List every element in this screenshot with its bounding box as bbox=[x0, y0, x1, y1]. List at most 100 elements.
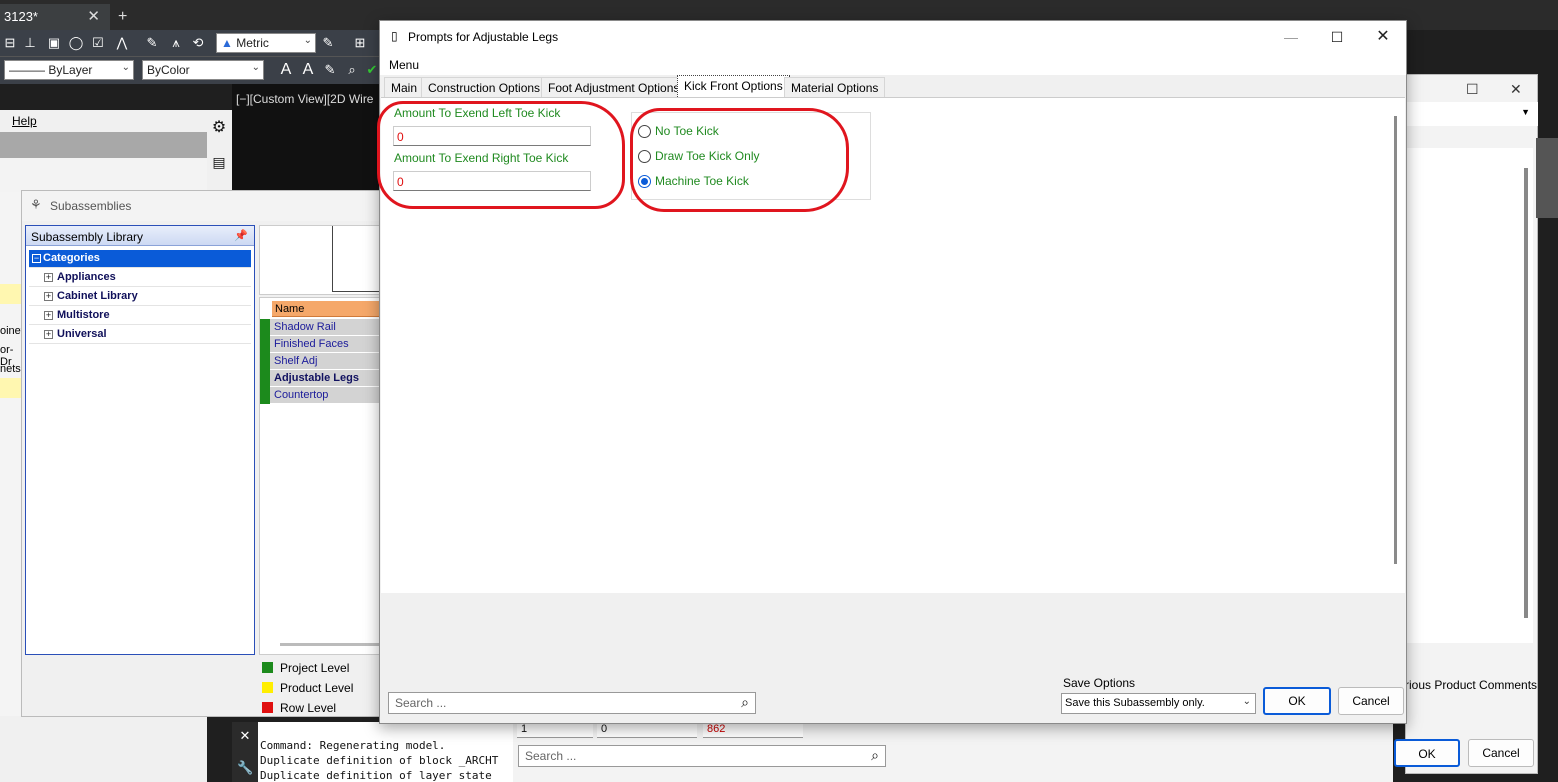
minimize-icon[interactable]: — bbox=[1268, 21, 1314, 53]
leader-icon[interactable]: ✎ bbox=[144, 35, 160, 51]
viewcube[interactable] bbox=[1536, 138, 1558, 218]
grid-cell-name: Countertop bbox=[274, 389, 329, 401]
annotation-circle bbox=[630, 108, 849, 212]
cancel-button[interactable]: Cancel bbox=[1338, 687, 1404, 715]
maximize-icon[interactable]: ☐ bbox=[1466, 81, 1479, 98]
tree-item-cabinet-library[interactable]: + Cabinet Library bbox=[29, 288, 251, 306]
menu-help[interactable]: Help bbox=[12, 114, 37, 128]
scrollbar[interactable] bbox=[1524, 168, 1528, 618]
command-line: Command: Regenerating model. bbox=[260, 739, 446, 752]
viewport-label[interactable]: [−][Custom View][2D Wire bbox=[236, 92, 373, 106]
save-options-select[interactable]: Save this Subassembly only. ⌄ bbox=[1061, 693, 1256, 714]
tab-foot-adjustment-options[interactable]: Foot Adjustment Options bbox=[541, 77, 687, 97]
tab-construction-options[interactable]: Construction Options bbox=[421, 77, 548, 97]
drawing-viewport[interactable]: [−][Custom View][2D Wire bbox=[232, 84, 380, 194]
text-style-icon[interactable]: ⊞ bbox=[352, 35, 368, 51]
text-icon[interactable]: A bbox=[278, 62, 294, 78]
dim-check-icon[interactable]: ☑ bbox=[90, 35, 106, 51]
tab-material-options[interactable]: Material Options bbox=[784, 77, 886, 97]
search-icon[interactable]: ⌕ bbox=[741, 694, 749, 711]
text-underline-icon[interactable]: A bbox=[300, 62, 316, 78]
search-input[interactable]: Search ... ⌕ bbox=[388, 692, 756, 714]
save-options-label: Save Options bbox=[1063, 676, 1136, 690]
expand-icon[interactable]: + bbox=[44, 311, 53, 320]
pin-icon[interactable]: 📌 bbox=[234, 229, 248, 242]
chevron-down-icon: ⌄ bbox=[303, 35, 312, 46]
ok-button[interactable]: OK bbox=[1263, 687, 1331, 715]
prompts-dialog: ▯ Prompts for Adjustable Legs — ☐ ✕ Menu… bbox=[377, 20, 1407, 724]
dim-break-icon[interactable]: ⋀ bbox=[114, 35, 130, 51]
background-dialog-combo[interactable]: ▼ bbox=[1405, 102, 1538, 126]
multileader-icon[interactable]: ⩚ bbox=[168, 35, 184, 51]
circle-icon[interactable]: ◯ bbox=[68, 35, 84, 51]
dialog-titlebar[interactable]: ▯ Prompts for Adjustable Legs — ☐ ✕ bbox=[380, 21, 1406, 53]
color-combo[interactable]: ByColor ⌄ bbox=[142, 60, 264, 80]
chevron-down-icon: ▼ bbox=[1521, 107, 1530, 117]
new-tab-icon[interactable]: + bbox=[118, 8, 127, 26]
tab-main[interactable]: Main bbox=[384, 77, 425, 97]
tree-item-appliances[interactable]: + Appliances bbox=[29, 269, 251, 287]
dialog-menubar: Menu bbox=[380, 53, 1406, 75]
grid-header-name[interactable]: Name bbox=[272, 301, 391, 317]
legend-label: Product Level bbox=[280, 681, 354, 695]
dimension-icon[interactable]: ⊟ bbox=[2, 35, 18, 51]
close-icon[interactable]: ✕ bbox=[1360, 21, 1406, 53]
table-style-icon[interactable]: ✎ bbox=[320, 35, 336, 51]
spell-check-icon[interactable]: ✔ bbox=[364, 62, 380, 78]
bg-cancel-button[interactable]: Cancel bbox=[1468, 739, 1534, 767]
linetype-sample: ——— bbox=[9, 63, 49, 77]
bg-field[interactable]: 1 bbox=[517, 722, 593, 738]
highlight-row bbox=[0, 284, 22, 304]
grid-cell-name: Shelf Adj bbox=[274, 355, 318, 367]
chevron-down-icon: ⌄ bbox=[1242, 696, 1251, 707]
tab-kick-front-options[interactable]: Kick Front Options bbox=[677, 75, 790, 97]
collapse-icon[interactable]: − bbox=[32, 254, 41, 263]
bg-field[interactable]: 862 bbox=[703, 722, 803, 738]
tree-item-label: Categories bbox=[43, 252, 100, 264]
tree-item-multistore[interactable]: + Multistore bbox=[29, 307, 251, 325]
bg-search-input[interactable]: Search ... ⌕ bbox=[518, 745, 886, 767]
gear-icon[interactable]: ⚙ bbox=[211, 120, 227, 136]
palette-titlebar[interactable]: ⚘ Subassemblies bbox=[22, 191, 390, 221]
dim-box-icon[interactable]: ▣ bbox=[46, 35, 62, 51]
expand-icon[interactable]: + bbox=[44, 292, 53, 301]
bg-ok-button[interactable]: OK bbox=[1394, 739, 1460, 767]
bg-field[interactable]: 0 bbox=[597, 722, 697, 738]
search-icon[interactable]: ⌕ bbox=[871, 747, 879, 764]
document-icon[interactable]: ▤ bbox=[211, 154, 227, 170]
level-marker bbox=[260, 387, 270, 404]
tree-item-label: Appliances bbox=[57, 271, 116, 283]
grid-row[interactable]: Shelf Adj bbox=[260, 353, 391, 370]
grid-row-selected[interactable]: Adjustable Legs bbox=[260, 370, 391, 387]
close-icon[interactable]: ✕ bbox=[237, 728, 253, 744]
expand-icon[interactable]: + bbox=[44, 330, 53, 339]
horizontal-scrollbar[interactable] bbox=[280, 643, 380, 646]
subassembly-grid: Name Shadow Rail Finished Faces Shelf Ad… bbox=[259, 297, 391, 655]
close-icon[interactable]: ✕ bbox=[87, 7, 100, 25]
text-edit-icon[interactable]: ✎ bbox=[322, 62, 338, 78]
close-icon[interactable]: ✕ bbox=[1510, 81, 1522, 98]
linetype-combo[interactable]: ——— ByLayer ⌄ bbox=[4, 60, 134, 80]
dim-linear-icon[interactable]: ⊥ bbox=[22, 35, 38, 51]
vertical-scrollbar[interactable] bbox=[1394, 116, 1397, 564]
maximize-icon[interactable]: ☐ bbox=[1314, 21, 1360, 53]
find-text-icon[interactable]: ⌕ bbox=[344, 62, 360, 78]
grid-row[interactable]: Countertop bbox=[260, 387, 391, 404]
expand-icon[interactable]: + bbox=[44, 273, 53, 282]
command-history: Command: Regenerating model. Duplicate d… bbox=[232, 722, 522, 782]
units-combo[interactable]: ▲ Metric ⌄ bbox=[216, 33, 316, 53]
product-comments-label: rious Product Comments bbox=[1405, 678, 1538, 692]
chevron-down-icon: ⌄ bbox=[121, 62, 130, 73]
document-tab[interactable]: 3123* ✕ bbox=[0, 4, 110, 30]
leader-align-icon[interactable]: ⟲ bbox=[190, 35, 206, 51]
tree-item-categories[interactable]: − Categories bbox=[29, 250, 251, 268]
grid-row[interactable]: Shadow Rail bbox=[260, 319, 391, 336]
command-window-handle[interactable]: ✕ 🔧 bbox=[232, 722, 258, 782]
wrench-icon[interactable]: 🔧 bbox=[237, 760, 253, 776]
document-icon: ▯ bbox=[391, 29, 398, 43]
menu-menu[interactable]: Menu bbox=[389, 58, 419, 72]
grid-row[interactable]: Finished Faces bbox=[260, 336, 391, 353]
tree-item-universal[interactable]: + Universal bbox=[29, 326, 251, 344]
subassembly-preview bbox=[259, 225, 390, 295]
library-title: Subassembly Library bbox=[31, 230, 144, 244]
